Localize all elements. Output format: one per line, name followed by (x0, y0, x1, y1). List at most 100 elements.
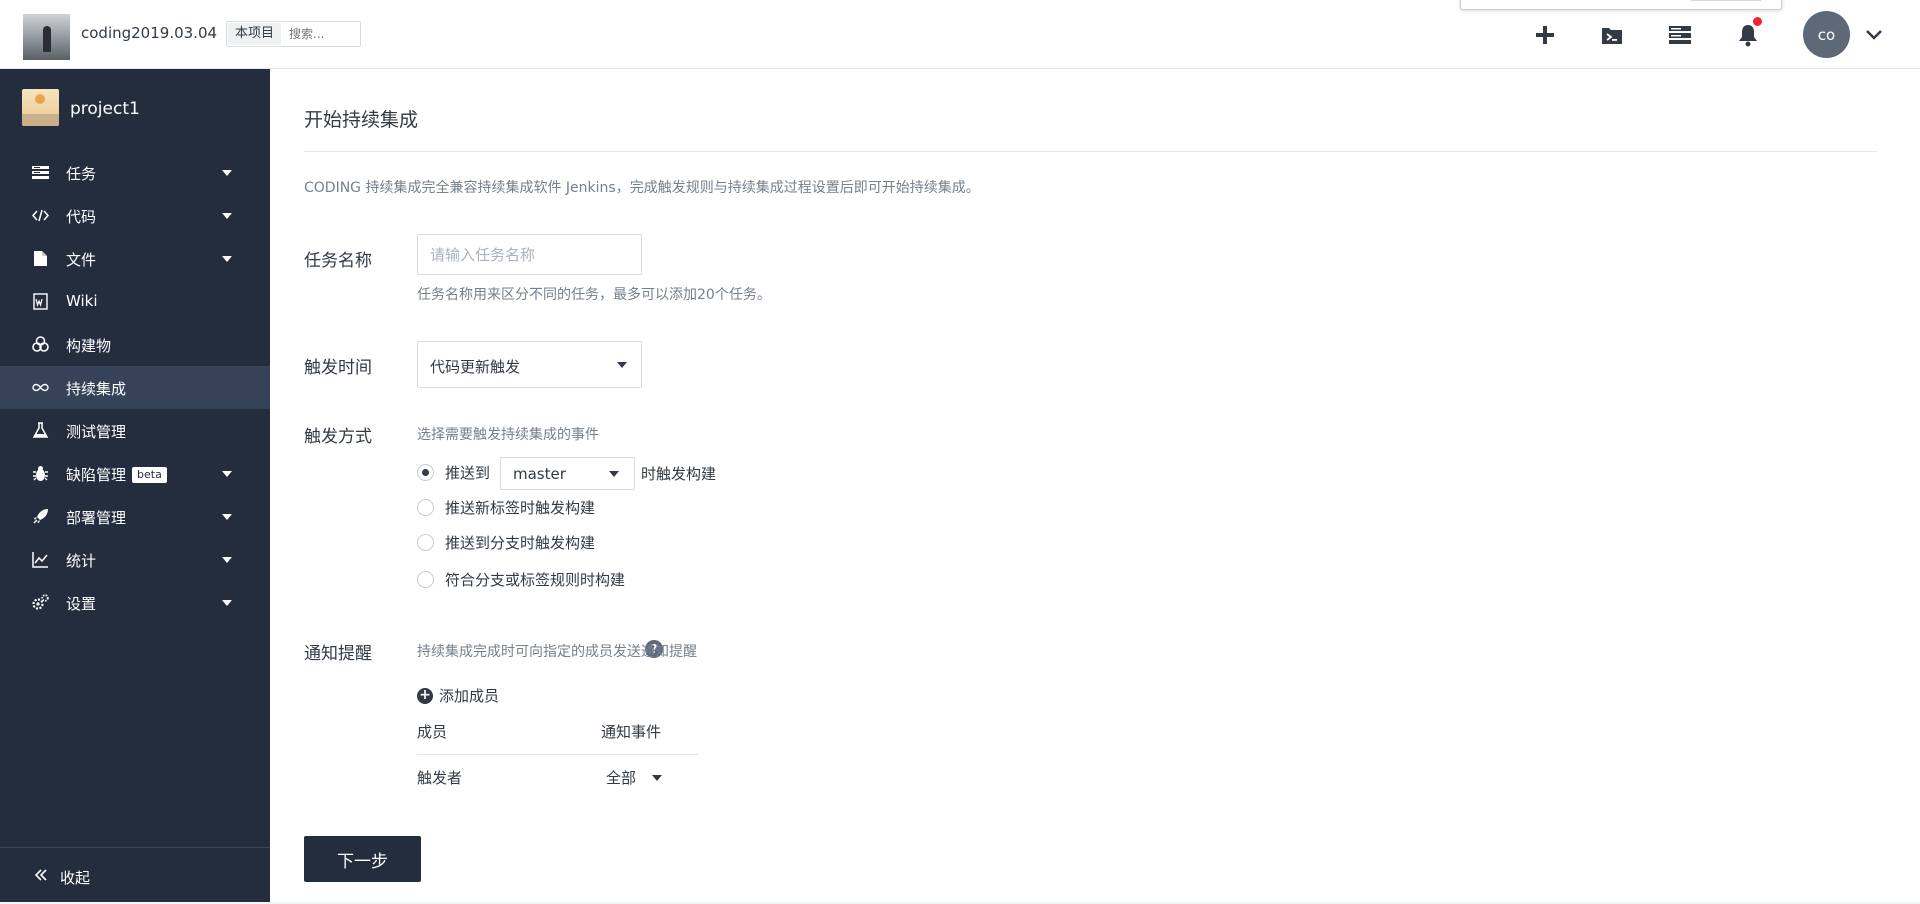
notify-label: 通知提醒 (304, 644, 372, 664)
bug-icon (33, 466, 48, 481)
sidebar-item-label: 测试管理 (66, 423, 127, 441)
add-member-label: 添加成员 (439, 687, 500, 705)
wiki-icon (33, 293, 48, 310)
option-label: 推送到分支时触发构建 (445, 534, 596, 552)
trigger-time-label: 触发时间 (304, 358, 372, 378)
task-name-help: 任务名称用来区分不同的任务，最多可以添加20个任务。 (417, 287, 771, 303)
bell-icon[interactable] (1733, 17, 1763, 50)
project-name[interactable]: project1 (70, 99, 140, 119)
chevron-down-icon[interactable] (1865, 22, 1885, 46)
caret-down-icon (222, 600, 232, 606)
tasks-icon (32, 166, 49, 179)
sidebar-item-settings[interactable]: 设置 (0, 581, 270, 624)
sidebar-item-tasks[interactable]: 任务 (0, 151, 270, 194)
trigger-mode-description: 选择需要触发持续集成的事件 (417, 427, 599, 443)
sidebar-item-label: 文件 (66, 251, 97, 269)
top-bar: coding2019.03.04 本项目 co (0, 0, 1920, 69)
divider (304, 151, 1877, 152)
infinity-icon (32, 383, 49, 392)
user-avatar[interactable]: co (1803, 11, 1850, 58)
task-name-label: 任务名称 (304, 251, 372, 271)
column-header-member: 成员 (417, 723, 448, 741)
sidebar-item-bugs[interactable]: 缺陷管理 beta (0, 452, 270, 495)
sidebar-item-label: 设置 (66, 595, 97, 613)
sidebar-item-ci[interactable]: 持续集成 (0, 366, 270, 409)
sidebar-item-artifacts[interactable]: 构建物 (0, 323, 270, 366)
sidebar-item-deploy[interactable]: 部署管理 (0, 495, 270, 538)
project-avatar[interactable] (22, 89, 59, 126)
collapse-label: 收起 (60, 869, 91, 887)
branch-value: master (513, 465, 566, 483)
page-description: CODING 持续集成完全兼容持续集成软件 Jenkins，完成触发规则与持续集… (304, 180, 980, 196)
sidebar-item-label-text: 缺陷管理 (66, 466, 127, 484)
search-scope-tag[interactable]: 本项目 (228, 23, 282, 45)
add-member-button[interactable]: + 添加成员 (417, 685, 499, 706)
rocket-icon (33, 509, 48, 524)
option-label: 符合分支或标签规则时构建 (445, 571, 626, 589)
sidebar-item-code[interactable]: 代码 (0, 194, 270, 237)
radio-push-any-branch[interactable] (417, 534, 434, 551)
sidebar-item-label: 部署管理 (66, 509, 127, 527)
caret-down-icon (222, 170, 232, 176)
option-label: 推送新标签时触发构建 (445, 499, 596, 517)
main-content: 开始持续集成 CODING 持续集成完全兼容持续集成软件 Jenkins，完成触… (270, 69, 1920, 904)
sidebar: project1 任务 代码 文件 Wiki 构建物 持续集成 测试管理 缺陷管… (0, 69, 270, 904)
sidebar-item-wiki[interactable]: Wiki (0, 280, 270, 323)
search-input[interactable] (289, 23, 357, 45)
caret-down-icon (222, 213, 232, 219)
chart-icon (32, 552, 48, 568)
next-step-button[interactable]: 下一步 (304, 836, 421, 882)
push-to-suffix: 时触发构建 (641, 464, 717, 483)
branch-select[interactable]: master (500, 457, 635, 490)
radio-new-tag[interactable] (417, 499, 434, 516)
sidebar-item-label: 持续集成 (66, 380, 127, 398)
server-stack-icon[interactable] (1665, 20, 1695, 50)
caret-down-icon (222, 471, 232, 477)
column-header-event: 通知事件 (601, 723, 662, 741)
sidebar-item-label: 任务 (66, 165, 97, 183)
page-title: 开始持续集成 (304, 109, 419, 131)
dropdown-popup-edge (1460, 0, 1782, 10)
radio-rule[interactable] (417, 571, 434, 588)
radio-push-branch[interactable] (417, 464, 434, 481)
sidebar-item-label: 代码 (66, 208, 97, 226)
gears-icon (32, 594, 49, 610)
table-cell-member: 触发者 (417, 769, 463, 787)
team-name[interactable]: coding2019.03.04 (81, 24, 217, 42)
caret-down-icon (222, 557, 232, 563)
caret-down-icon (222, 256, 232, 262)
trigger-time-value: 代码更新触发 (430, 358, 521, 376)
double-chevron-left-icon (34, 869, 47, 881)
flask-icon (32, 422, 49, 438)
event-value: 全部 (606, 769, 637, 787)
sidebar-item-testing[interactable]: 测试管理 (0, 409, 270, 452)
sidebar-item-label: 统计 (66, 552, 97, 570)
task-name-input[interactable] (417, 234, 642, 275)
code-icon (32, 209, 49, 222)
notification-dot (1753, 17, 1762, 26)
sidebar-collapse-button[interactable]: 收起 (0, 847, 270, 904)
search-box: 本项目 (226, 21, 361, 47)
plus-circle-icon: + (417, 687, 433, 704)
sidebar-nav: 任务 代码 文件 Wiki 构建物 持续集成 测试管理 缺陷管理 beta 部署… (0, 151, 270, 624)
caret-down-icon (609, 471, 619, 477)
trigger-time-select[interactable]: 代码更新触发 (417, 341, 642, 388)
push-to-suffix-row: 时触发构建 (641, 461, 716, 485)
event-select[interactable]: 全部 (606, 767, 662, 788)
team-avatar[interactable] (23, 14, 70, 60)
sidebar-item-label: Wiki (66, 292, 98, 310)
terminal-folder-icon[interactable] (1597, 20, 1627, 50)
sidebar-item-files[interactable]: 文件 (0, 237, 270, 280)
sidebar-item-label: 缺陷管理 beta (66, 464, 167, 485)
sidebar-item-label: 构建物 (66, 337, 112, 355)
sidebar-item-stats[interactable]: 统计 (0, 538, 270, 581)
table-divider (417, 754, 698, 755)
push-to-label: 推送到 (445, 464, 491, 482)
artifacts-icon (32, 336, 49, 352)
plus-icon[interactable] (1530, 20, 1560, 50)
caret-down-icon (617, 362, 627, 368)
caret-down-icon (222, 514, 232, 520)
trigger-mode-label: 触发方式 (304, 427, 372, 447)
notify-description: 持续集成完成时可向指定的成员发送通知提醒 (417, 644, 697, 660)
beta-badge: beta (132, 467, 167, 483)
